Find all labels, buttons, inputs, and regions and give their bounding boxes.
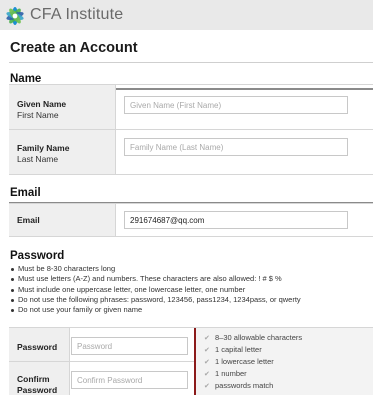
- email-label-cell: Email: [9, 204, 116, 236]
- requirement-label: 8–30 allowable characters: [215, 333, 303, 342]
- password-row-divider: [9, 361, 197, 362]
- given-name-row: Given Name First Name: [9, 85, 373, 130]
- requirement-label: 1 capital letter: [215, 345, 262, 354]
- last-name-sublabel: Last Name: [17, 154, 59, 164]
- requirement-item: ✔ 8–30 allowable characters: [204, 333, 302, 342]
- check-icon: ✔: [204, 370, 210, 378]
- email-section-heading: Email: [10, 187, 41, 199]
- given-name-label: Given Name: [17, 99, 67, 109]
- password-input[interactable]: [71, 337, 188, 355]
- confirm-password-label-line1: Confirm: [17, 374, 50, 384]
- requirement-item: ✔ 1 capital letter: [204, 345, 262, 354]
- header-bar: CFA Institute: [0, 0, 373, 30]
- requirement-item: ✔ 1 lowercase letter: [204, 357, 274, 366]
- family-name-row: Family Name Last Name: [9, 130, 373, 175]
- password-label: Password: [17, 342, 58, 352]
- family-name-label-cell: Family Name Last Name: [9, 130, 116, 174]
- check-icon: ✔: [204, 334, 210, 342]
- email-row: Email: [9, 204, 373, 237]
- check-icon: ✔: [204, 382, 210, 390]
- email-form-table: Email: [9, 203, 373, 237]
- requirement-item: ✔ 1 number: [204, 369, 247, 378]
- cfa-logo-icon[interactable]: [4, 5, 26, 27]
- confirm-password-input[interactable]: [71, 371, 188, 389]
- given-name-label-cell: Given Name First Name: [9, 85, 116, 129]
- email-label: Email: [17, 215, 40, 225]
- password-rule: Do not use the following phrases: passwo…: [10, 295, 370, 305]
- password-rule: Do not use your family or given name: [10, 305, 370, 315]
- check-icon: ✔: [204, 358, 210, 366]
- password-rules-list: Must be 8-30 characters long Must use le…: [10, 264, 370, 315]
- password-form-table: Password Confirm Password ✔ 8–30 allowab…: [9, 327, 373, 395]
- title-divider: [9, 62, 373, 63]
- given-name-input[interactable]: [124, 96, 348, 114]
- email-input[interactable]: [124, 211, 348, 229]
- password-requirements-checklist: ✔ 8–30 allowable characters ✔ 1 capital …: [194, 328, 373, 395]
- first-name-sublabel: First Name: [17, 110, 59, 120]
- password-rule: Must use letters (A-Z) and numbers. Thes…: [10, 274, 370, 284]
- page-title: Create an Account: [10, 40, 138, 56]
- requirement-label: passwords match: [215, 381, 274, 390]
- password-section-heading: Password: [10, 250, 65, 262]
- password-rule: Must include one uppercase letter, one l…: [10, 285, 370, 295]
- family-name-input[interactable]: [124, 138, 348, 156]
- family-name-label: Family Name: [17, 143, 70, 153]
- requirement-label: 1 lowercase letter: [215, 357, 274, 366]
- brand-name[interactable]: CFA Institute: [30, 6, 123, 24]
- requirement-item: ✔ passwords match: [204, 381, 273, 390]
- requirement-label: 1 number: [215, 369, 247, 378]
- check-icon: ✔: [204, 346, 210, 354]
- name-form-table: Given Name First Name Family Name Last N…: [9, 84, 373, 175]
- password-rule: Must be 8-30 characters long: [10, 264, 370, 274]
